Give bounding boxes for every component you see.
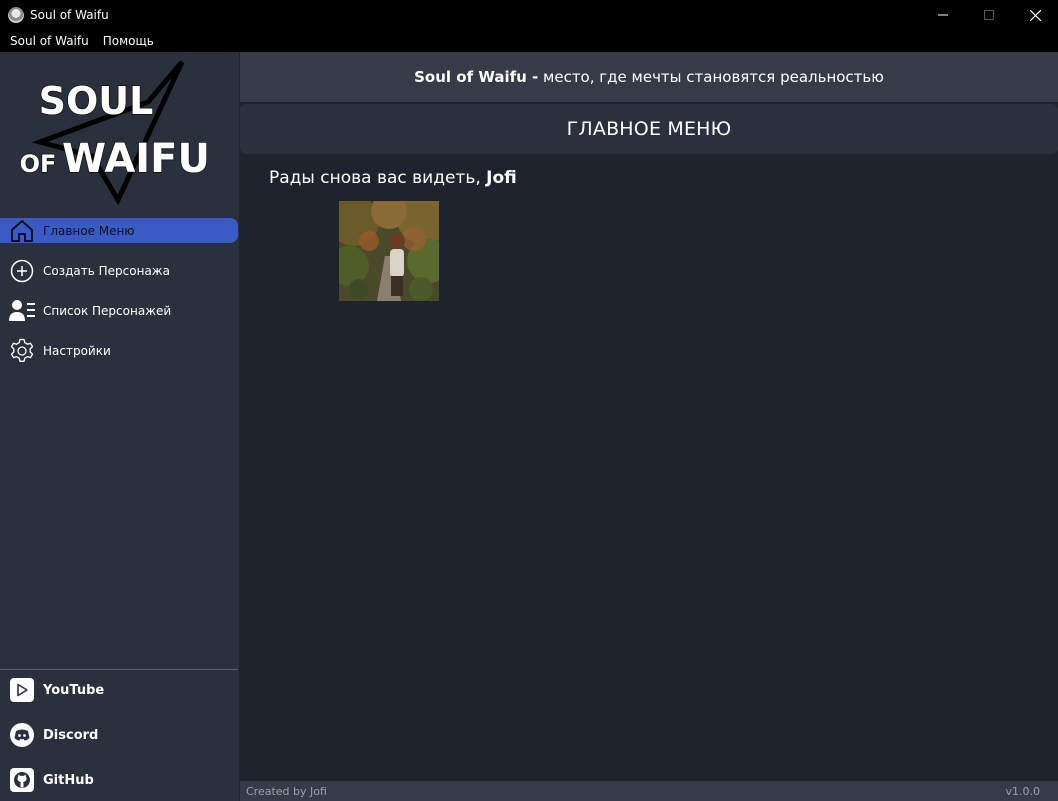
sidebar-item-label: Создать Персонажа <box>43 263 170 278</box>
brand-name: Soul of Waifu - <box>414 68 539 86</box>
greeting-text: Рады снова вас видеть, <box>269 168 481 188</box>
status-bar: Created by Jofi v1.0.0 <box>240 781 1058 801</box>
page-title: ГЛАВНОЕ МЕНЮ <box>566 118 732 140</box>
page-header: ГЛАВНОЕ МЕНЮ <box>240 104 1058 154</box>
sidebar-item-create-character[interactable]: Создать Персонажа <box>0 258 238 283</box>
avatar-image <box>339 201 439 301</box>
sidebar-item-label: Список Персонажей <box>43 303 172 318</box>
youtube-link[interactable]: YouTube <box>0 677 239 703</box>
menu-help[interactable]: Помощь <box>96 34 161 48</box>
maximize-button[interactable] <box>966 0 1012 30</box>
user-avatar[interactable] <box>339 201 439 301</box>
username: Jofi <box>486 168 517 188</box>
maximize-icon <box>984 10 994 20</box>
sidebar-item-settings[interactable]: Настройки <box>0 338 238 363</box>
sidebar-item-label: Главное Меню <box>43 223 135 238</box>
discord-icon <box>10 723 34 747</box>
minimize-icon <box>938 14 948 16</box>
close-icon <box>1029 9 1041 21</box>
window-controls <box>920 0 1058 30</box>
sidebar-divider <box>0 669 238 670</box>
title-bar: Soul of Waifu <box>0 0 1058 30</box>
github-icon <box>10 768 34 792</box>
sidebar: SOUL OF WAIFU Главное Меню Создать Персо… <box>0 52 239 801</box>
menu-soul-of-waifu[interactable]: Soul of Waifu <box>0 34 96 48</box>
sidebar-item-label: Настройки <box>43 343 111 358</box>
github-link[interactable]: GitHub <box>0 767 239 793</box>
close-button[interactable] <box>1012 0 1058 30</box>
discord-link[interactable]: Discord <box>0 722 239 748</box>
logo-text-soul: SOUL <box>39 79 154 123</box>
discord-label: Discord <box>43 727 99 743</box>
app-logo: SOUL OF WAIFU <box>19 60 211 206</box>
app-logo-icon <box>8 7 24 23</box>
logo-text-of: OF <box>20 150 57 178</box>
user-list-icon <box>9 298 35 324</box>
created-by-text: Created by Jofi <box>246 785 327 798</box>
add-circle-icon <box>9 258 35 284</box>
menu-bar: Soul of Waifu Помощь <box>0 30 1058 52</box>
logo-text-waifu: WAIFU <box>62 136 210 182</box>
gear-icon <box>9 338 35 364</box>
version-label: v1.0.0 <box>1005 785 1041 798</box>
window-title: Soul of Waifu <box>30 8 109 22</box>
minimize-button[interactable] <box>920 0 966 30</box>
welcome-message: Рады снова вас видеть, Jofi <box>269 168 517 188</box>
youtube-icon <box>10 678 34 702</box>
tagline: место, где мечты становятся реальностью <box>543 68 884 86</box>
main-content: Рады снова вас видеть, Jofi <box>240 156 1058 780</box>
sidebar-item-main-menu[interactable]: Главное Меню <box>0 218 238 243</box>
sidebar-item-character-list[interactable]: Список Персонажей <box>0 298 238 323</box>
youtube-label: YouTube <box>43 682 105 698</box>
tagline-bar: Soul of Waifu - место, где мечты становя… <box>240 52 1058 102</box>
home-icon <box>9 218 35 244</box>
github-label: GitHub <box>43 772 94 788</box>
sidebar-nav: Главное Меню Создать Персонажа Список Пе… <box>0 218 239 378</box>
